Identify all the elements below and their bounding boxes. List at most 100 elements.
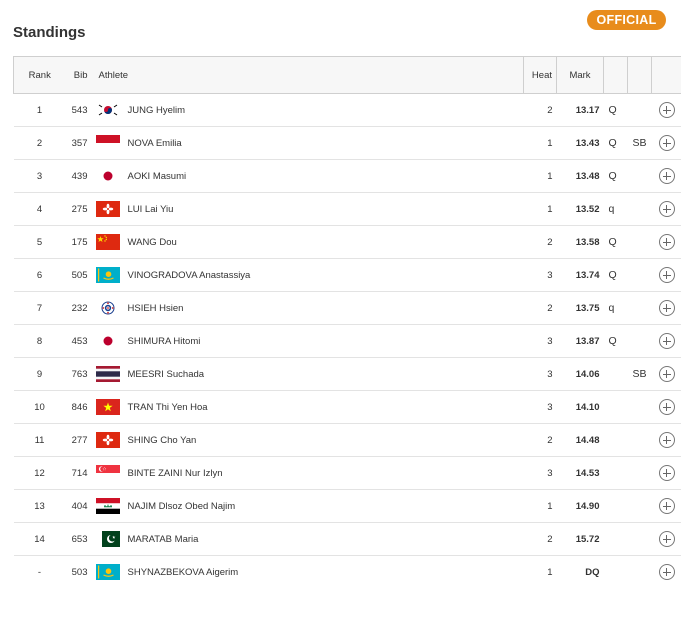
table-row[interactable]: 7 232 HSIEH Hsien 2 13.75 q (13, 291, 681, 325)
athlete-name[interactable]: VINOGRADOVA Anastassiya (128, 270, 251, 281)
table-row[interactable]: 6 505 VINOGRADOVA Anastassiya 3 13.74 Q (13, 258, 681, 292)
bib-cell: 714 (65, 456, 96, 490)
expand-plus-icon[interactable] (658, 465, 675, 481)
expand-plus-icon[interactable] (658, 432, 675, 448)
table-row[interactable]: 2 357 NOVA Emilia 1 13.43 Q SB (13, 126, 681, 160)
column-header-athlete[interactable]: Athlete (95, 56, 524, 94)
athlete-cell[interactable]: MEESRI Suchada (95, 357, 524, 391)
table-row[interactable]: 9 763 MEESRI Suchada 3 14.06 SB (13, 357, 681, 391)
athlete-cell[interactable]: TRAN Thi Yen Hoa (95, 390, 524, 424)
athlete-cell[interactable]: SHYNAZBEKOVA Aigerim (95, 556, 524, 589)
athlete-cell[interactable]: HSIEH Hsien (95, 291, 524, 325)
qualification-cell: q (603, 291, 628, 325)
rank-cell: 3 (13, 159, 66, 193)
bib-cell: 404 (65, 489, 96, 523)
expand-plus-icon[interactable] (658, 564, 675, 581)
athlete-name[interactable]: MEESRI Suchada (128, 369, 205, 380)
table-row[interactable]: 10 846 TRAN Thi Yen Hoa 3 14.10 (13, 390, 681, 424)
athlete-name[interactable]: SHIMURA Hitomi (128, 336, 201, 347)
qualification-cell: Q (603, 159, 628, 193)
qualification-cell (603, 357, 628, 391)
athlete-name[interactable]: WANG Dou (128, 237, 177, 248)
flag-hongkong-icon (95, 201, 120, 217)
record-cell (627, 258, 652, 292)
qualification-cell (603, 456, 628, 490)
column-header-mark[interactable]: Mark (556, 56, 604, 94)
qualification-cell (603, 423, 628, 457)
expand-plus-icon[interactable] (658, 300, 675, 316)
table-row[interactable]: 5 175 WANG Dou 2 13.58 Q (13, 225, 681, 259)
bib-cell: 653 (65, 522, 96, 556)
athlete-name[interactable]: NOVA Emilia (128, 138, 182, 149)
athlete-name[interactable]: HSIEH Hsien (128, 303, 184, 314)
athlete-cell[interactable]: MARATAB Maria (95, 522, 524, 556)
athlete-cell[interactable]: WANG Dou (95, 225, 524, 259)
expand-plus-icon[interactable] (658, 366, 675, 382)
column-header-rank[interactable]: Rank (13, 56, 66, 94)
expand-plus-icon[interactable] (658, 102, 675, 118)
table-row[interactable]: 1 543 JUNG Hyelim 2 13.17 Q (13, 93, 681, 127)
expand-plus-icon[interactable] (658, 267, 675, 283)
column-header-expand (651, 56, 681, 94)
athlete-cell[interactable]: JUNG Hyelim (95, 93, 524, 127)
record-cell: SB (627, 357, 652, 391)
bib-cell: 357 (65, 126, 96, 160)
athlete-name[interactable]: TRAN Thi Yen Hoa (128, 402, 208, 413)
table-row[interactable]: 4 275 LUI Lai Yiu 1 13.52 q (13, 192, 681, 226)
expand-plus-icon[interactable] (658, 399, 675, 415)
qualification-cell: Q (603, 324, 628, 358)
athlete-cell[interactable]: BINTE ZAINI Nur Izlyn (95, 456, 524, 490)
athlete-cell[interactable]: LUI Lai Yiu (95, 192, 524, 226)
expand-plus-icon[interactable] (658, 498, 675, 514)
expand-plus-icon[interactable] (658, 201, 675, 217)
athlete-cell[interactable]: NOVA Emilia (95, 126, 524, 160)
athlete-cell[interactable]: VINOGRADOVA Anastassiya (95, 258, 524, 292)
athlete-name[interactable]: JUNG Hyelim (128, 105, 186, 116)
expand-plus-icon[interactable] (658, 531, 675, 547)
qualification-cell: q (603, 192, 628, 226)
heat-cell: 1 (523, 159, 557, 193)
bib-cell: 503 (71, 566, 88, 578)
rank-cell: - (37, 566, 42, 578)
athlete-cell[interactable]: SHING Cho Yan (95, 423, 524, 457)
rank-cell: 8 (13, 324, 66, 358)
rank-cell: 14 (13, 522, 66, 556)
heat-cell: 1 (523, 192, 557, 226)
athlete-name[interactable]: LUI Lai Yiu (128, 204, 174, 215)
expand-plus-icon[interactable] (658, 135, 675, 151)
rank-cell: 11 (13, 423, 66, 457)
flag-japan-icon (95, 168, 120, 184)
athlete-name[interactable]: MARATAB Maria (128, 534, 199, 545)
athlete-name[interactable]: NAJIM Dlsoz Obed Najim (128, 501, 236, 512)
qualification-cell: Q (603, 126, 628, 160)
table-row[interactable]: 13 404 NAJIM Dlsoz Obed Najim 1 14.90 (13, 489, 681, 523)
qualification-cell (603, 522, 628, 556)
mark-cell: 14.10 (556, 390, 604, 424)
mark-cell: 14.90 (556, 489, 604, 523)
heat-cell: 2 (523, 93, 557, 127)
expand-plus-icon[interactable] (658, 333, 675, 349)
expand-plus-icon[interactable] (658, 168, 675, 184)
qualification-cell (604, 556, 628, 589)
athlete-name[interactable]: SHING Cho Yan (128, 435, 197, 446)
table-row[interactable]: 8 453 SHIMURA Hitomi 3 13.87 Q (13, 324, 681, 358)
table-row[interactable]: 3 439 AOKI Masumi 1 13.48 Q (13, 159, 681, 193)
athlete-cell[interactable]: AOKI Masumi (95, 159, 524, 193)
column-header-record (627, 56, 652, 94)
table-row[interactable]: 12 714 BINTE ZAINI Nur Izlyn 3 14.53 (13, 456, 681, 490)
athlete-name[interactable]: AOKI Masumi (128, 171, 187, 182)
athlete-name[interactable]: SHYNAZBEKOVA Aigerim (128, 567, 239, 578)
mark-cell: 13.17 (556, 93, 604, 127)
bib-cell: 275 (65, 192, 96, 226)
table-row[interactable]: - 503 SHYNAZBEKOVA Aigerim 1 DQ (14, 556, 681, 589)
expand-plus-icon[interactable] (658, 234, 675, 250)
table-row[interactable]: 14 653 MARATAB Maria 2 15.72 (13, 522, 681, 556)
athlete-name[interactable]: BINTE ZAINI Nur Izlyn (128, 468, 223, 479)
column-header-heat[interactable]: Heat (523, 56, 557, 94)
column-header-bib[interactable]: Bib (65, 56, 96, 94)
athlete-cell[interactable]: NAJIM Dlsoz Obed Najim (95, 489, 524, 523)
record-cell (627, 93, 652, 127)
heat-cell: 2 (523, 423, 557, 457)
table-row[interactable]: 11 277 SHING Cho Yan 2 14.48 (13, 423, 681, 457)
athlete-cell[interactable]: SHIMURA Hitomi (95, 324, 524, 358)
